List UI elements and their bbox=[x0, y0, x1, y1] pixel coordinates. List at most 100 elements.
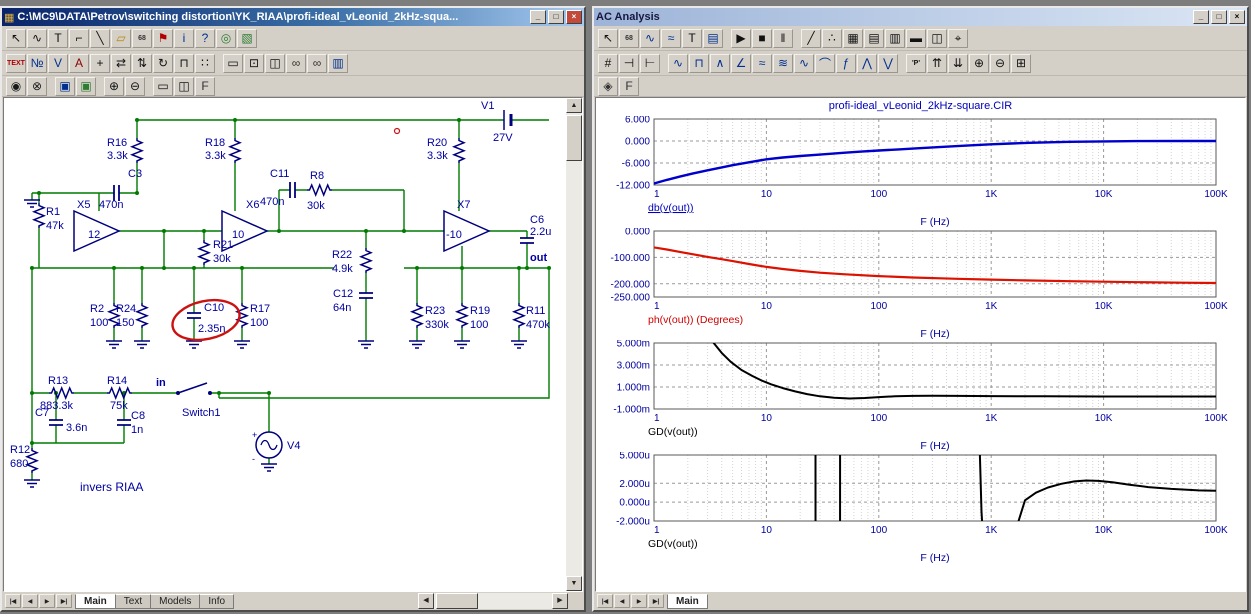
zoom-in-icon[interactable]: ⊕ bbox=[969, 54, 989, 73]
label-C10-value[interactable]: 2.35n bbox=[198, 323, 226, 335]
flag-mode-icon[interactable]: ⚑ bbox=[153, 29, 173, 48]
chart-svg-0[interactable]: 6.0000.000-6.000-12.0001101001K10K100Kdb… bbox=[598, 116, 1246, 228]
sawtooth-wave-icon[interactable]: ∠ bbox=[731, 54, 751, 73]
vertical-scroll-track[interactable] bbox=[566, 113, 582, 576]
font-icon[interactable]: F bbox=[195, 77, 215, 96]
rotate-icon[interactable]: ↻ bbox=[153, 54, 173, 73]
go-to-peak-icon[interactable]: ⇈ bbox=[927, 54, 947, 73]
zoom-area-icon[interactable]: ⊡ bbox=[244, 54, 264, 73]
prev-page-button[interactable]: ◀ bbox=[614, 594, 630, 608]
info-circle-icon[interactable]: ◉ bbox=[6, 77, 26, 96]
ac-analysis-titlebar[interactable]: AC Analysis _ □ × bbox=[594, 8, 1247, 26]
text-stencil-icon[interactable]: TEXT bbox=[6, 54, 26, 73]
schematic-canvas[interactable]: V1 27V R16 3.3k C3 470n R18 3.3k C11 470… bbox=[4, 98, 566, 591]
curve-db(v(out))[interactable] bbox=[654, 141, 1216, 184]
label-R22[interactable]: R22 bbox=[332, 249, 352, 261]
scroll-right-button[interactable]: ▶ bbox=[552, 593, 568, 609]
schematic-drawing[interactable]: V1 27V R16 3.3k C3 470n R18 3.3k C11 470… bbox=[4, 98, 564, 584]
prev-page-button[interactable]: ◀ bbox=[22, 594, 38, 608]
zoom-fit-icon[interactable]: ⊞ bbox=[1011, 54, 1031, 73]
horizontal-scroll-thumb[interactable] bbox=[436, 593, 478, 609]
noise-wave-icon[interactable]: ≈ bbox=[752, 54, 772, 73]
label-V4[interactable]: V4 bbox=[287, 440, 300, 452]
pulse-wave-icon[interactable]: ⊓ bbox=[689, 54, 709, 73]
properties-icon[interactable]: ▤ bbox=[703, 29, 723, 48]
go-to-valley-icon[interactable]: ⇊ bbox=[948, 54, 968, 73]
ic-chip-icon[interactable]: 68 bbox=[619, 29, 639, 48]
ic-chip-icon[interactable]: 68 bbox=[132, 29, 152, 48]
waveform-select-icon[interactable]: ≈ bbox=[661, 29, 681, 48]
label-R22-value[interactable]: 4.9k bbox=[332, 263, 353, 275]
label-R20[interactable]: R20 bbox=[427, 137, 447, 149]
label-switch1[interactable]: Switch1 bbox=[182, 407, 221, 419]
split-view-icon[interactable]: ◫ bbox=[927, 29, 947, 48]
next-page-button[interactable]: ▶ bbox=[631, 594, 647, 608]
info-mode-icon[interactable]: i bbox=[174, 29, 194, 48]
find-icon[interactable]: ∞ bbox=[286, 54, 306, 73]
label-C12[interactable]: C12 bbox=[333, 288, 353, 300]
panel-rows-icon[interactable]: ▬ bbox=[906, 29, 926, 48]
pause-button[interactable]: ‖ bbox=[773, 29, 793, 48]
scope-probe-icon[interactable]: ∿ bbox=[640, 29, 660, 48]
label-R18[interactable]: R18 bbox=[205, 137, 225, 149]
label-R23[interactable]: R23 bbox=[425, 305, 445, 317]
numeric-output-icon[interactable]: ▤ bbox=[864, 29, 884, 48]
monitor-icon[interactable]: ▥ bbox=[328, 54, 348, 73]
label-V1-value[interactable]: 27V bbox=[493, 132, 513, 144]
minimize-button[interactable]: _ bbox=[530, 10, 546, 24]
label-R21-value[interactable]: 30k bbox=[213, 253, 231, 265]
first-page-button[interactable]: |◀ bbox=[5, 594, 21, 608]
label-R2[interactable]: R2 bbox=[90, 303, 104, 315]
curve-GD(v(out))[interactable] bbox=[811, 452, 1216, 564]
horizontal-scrollbar[interactable]: ◀ ▶ bbox=[418, 593, 568, 609]
scroll-down-button[interactable]: ▼ bbox=[566, 576, 582, 591]
close-button[interactable]: × bbox=[1229, 10, 1245, 24]
label-R24-value[interactable]: 150 bbox=[116, 317, 134, 329]
analysis-plot-area[interactable]: profi-ideal_vLeonid_2kHz-square.CIR 6.00… bbox=[595, 97, 1246, 592]
mirror-box-icon[interactable]: ◫ bbox=[265, 54, 285, 73]
help-mode-icon[interactable]: ? bbox=[195, 29, 215, 48]
fm-wave-icon[interactable]: ∿ bbox=[794, 54, 814, 73]
vertical-scroll-thumb[interactable] bbox=[566, 115, 582, 161]
label-X5-gain[interactable]: 12 bbox=[88, 229, 100, 241]
annotate-icon[interactable]: ◈ bbox=[598, 77, 618, 96]
minimize-button[interactable]: _ bbox=[1193, 10, 1209, 24]
cursor-mode-icon[interactable]: ⌖ bbox=[948, 29, 968, 48]
label-X6-gain[interactable]: 10 bbox=[232, 229, 244, 241]
stop-button[interactable]: ■ bbox=[752, 29, 772, 48]
step-box-icon[interactable]: ⊓ bbox=[174, 54, 194, 73]
label-R14[interactable]: R14 bbox=[107, 375, 127, 387]
p-key-icon[interactable]: 'P' bbox=[906, 54, 926, 73]
last-page-button[interactable]: ▶| bbox=[648, 594, 664, 608]
tab-info[interactable]: Info bbox=[199, 594, 234, 609]
flip-vertical-icon[interactable]: ⇅ bbox=[132, 54, 152, 73]
wires[interactable] bbox=[32, 120, 549, 480]
restore-button[interactable]: □ bbox=[548, 10, 564, 24]
label-X6[interactable]: X6 bbox=[246, 199, 259, 211]
label-V1[interactable]: V1 bbox=[481, 100, 494, 112]
tab-text[interactable]: Text bbox=[115, 594, 151, 609]
label-R2-value[interactable]: 100 bbox=[90, 317, 108, 329]
waveform-label[interactable]: GD(v(out)) bbox=[648, 426, 698, 438]
label-R24[interactable]: R24 bbox=[116, 303, 136, 315]
label-R14-value[interactable]: 75k bbox=[110, 400, 128, 412]
label-R13[interactable]: R13 bbox=[48, 375, 68, 387]
function-icon[interactable]: ƒ bbox=[836, 54, 856, 73]
label-R21[interactable]: R21 bbox=[213, 239, 233, 251]
line-tool-icon[interactable]: ╱ bbox=[801, 29, 821, 48]
marker-tool-icon[interactable]: ∴ bbox=[822, 29, 842, 48]
zoom-out-icon[interactable]: ⊖ bbox=[125, 77, 145, 96]
data-grid-icon[interactable]: ▦ bbox=[843, 29, 863, 48]
tag-left-icon[interactable]: ⊣ bbox=[619, 54, 639, 73]
point-tag-icon[interactable]: ◎ bbox=[216, 29, 236, 48]
tab-models[interactable]: Models bbox=[150, 594, 200, 609]
label-R19-value[interactable]: 100 bbox=[470, 319, 488, 331]
scale-box-icon[interactable]: ▭ bbox=[153, 77, 173, 96]
tag-right-icon[interactable]: ⊢ bbox=[640, 54, 660, 73]
gaussian-icon[interactable]: ⌒ bbox=[815, 54, 835, 73]
horizontal-scroll-track[interactable] bbox=[434, 593, 552, 609]
copy-page-icon[interactable]: ▣ bbox=[76, 77, 96, 96]
first-page-button[interactable]: |◀ bbox=[597, 594, 613, 608]
label-R23-value[interactable]: 330k bbox=[425, 319, 449, 331]
chart-svg-1[interactable]: 0.000-100.000-200.000-250.0001101001K10K… bbox=[598, 228, 1246, 340]
